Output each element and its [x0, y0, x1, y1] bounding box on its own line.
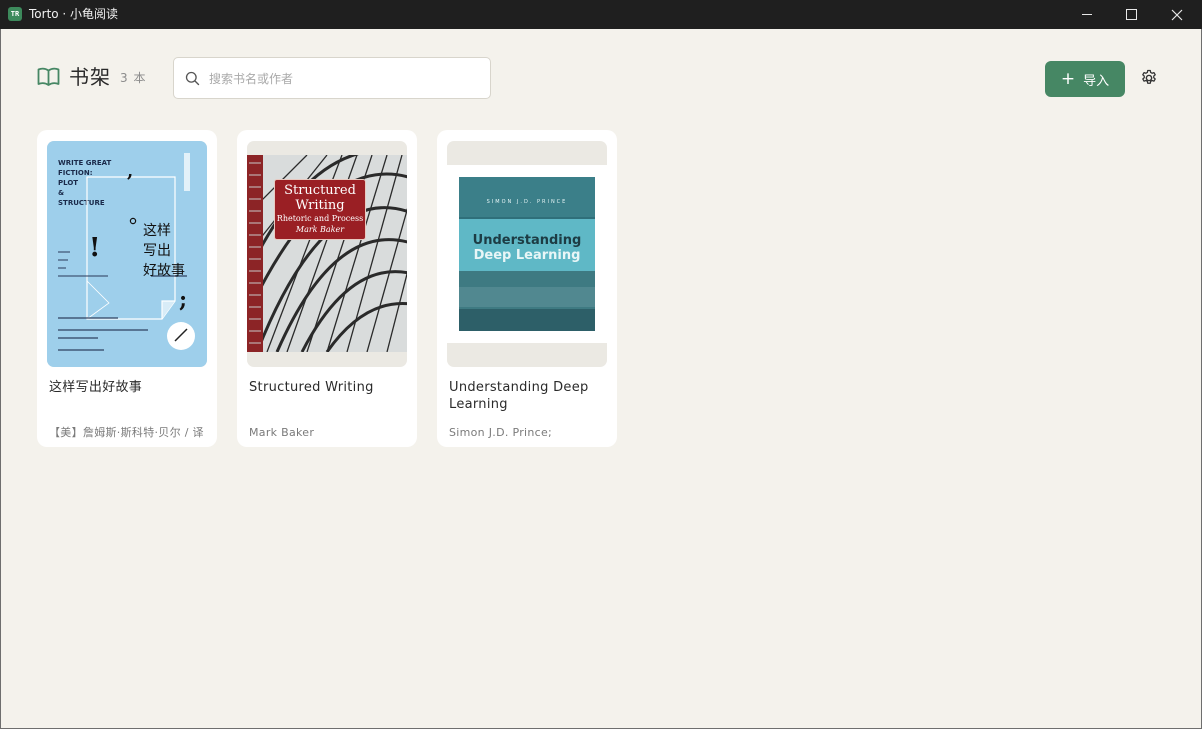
cover-title-box: Structured Writing Rhetoric and Process …	[274, 179, 366, 240]
book-cover[interactable]: Structured Writing Rhetoric and Process …	[247, 141, 407, 367]
open-book-icon	[37, 67, 60, 86]
maximize-button[interactable]	[1108, 0, 1154, 29]
cover-art: SIMON J.D. PRINCE Understanding Deep Lea…	[447, 165, 607, 343]
import-button-label: 导入	[1083, 73, 1110, 89]
page-title: 书架	[69, 65, 111, 89]
cover-art: Structured Writing Rhetoric and Process …	[247, 155, 407, 352]
window-title: Torto · 小龟阅读	[29, 7, 119, 21]
search-box[interactable]	[173, 57, 491, 99]
book-author: Mark Baker	[249, 426, 315, 439]
gear-icon[interactable]	[1140, 69, 1158, 87]
maximize-icon	[1125, 9, 1137, 20]
search-input[interactable]	[207, 68, 481, 90]
cover-title: Understanding Deep Learning	[472, 233, 582, 263]
search-icon	[185, 71, 200, 86]
book-count: 3 本	[120, 71, 147, 85]
book-card[interactable]: WRITE GREAT FICTION: PLOT & STRUCTURE , …	[37, 130, 217, 447]
minimize-button[interactable]	[1064, 0, 1110, 29]
book-card[interactable]: Structured Writing Rhetoric and Process …	[237, 130, 417, 447]
close-button[interactable]	[1154, 0, 1200, 29]
book-title: 这样写出好故事	[49, 380, 143, 395]
cover-art: WRITE GREAT FICTION: PLOT & STRUCTURE , …	[47, 141, 207, 367]
cover-painting: SIMON J.D. PRINCE Understanding Deep Lea…	[459, 177, 595, 331]
book-card[interactable]: SIMON J.D. PRINCE Understanding Deep Lea…	[437, 130, 617, 447]
book-cover[interactable]: WRITE GREAT FICTION: PLOT & STRUCTURE , …	[47, 141, 207, 367]
book-author: 【美】詹姆斯·斯科特·贝尔 / 译	[49, 426, 204, 439]
app-logo-icon: TR	[8, 7, 22, 21]
title-bar: TR Torto · 小龟阅读	[0, 0, 1202, 29]
import-button[interactable]: + 导入	[1045, 61, 1125, 97]
book-title: Understanding Deep Learning	[449, 380, 589, 412]
book-title: Structured Writing	[249, 380, 374, 395]
book-cover[interactable]: SIMON J.D. PRINCE Understanding Deep Lea…	[447, 141, 607, 367]
minimize-icon	[1082, 14, 1092, 15]
cover-cn-title: 这样 写出 好故事	[143, 223, 185, 279]
cover-author: SIMON J.D. PRINCE	[486, 199, 568, 205]
plus-icon: +	[1060, 68, 1076, 89]
close-icon	[1171, 9, 1183, 20]
book-author: Simon J.D. Prince;	[449, 426, 553, 439]
